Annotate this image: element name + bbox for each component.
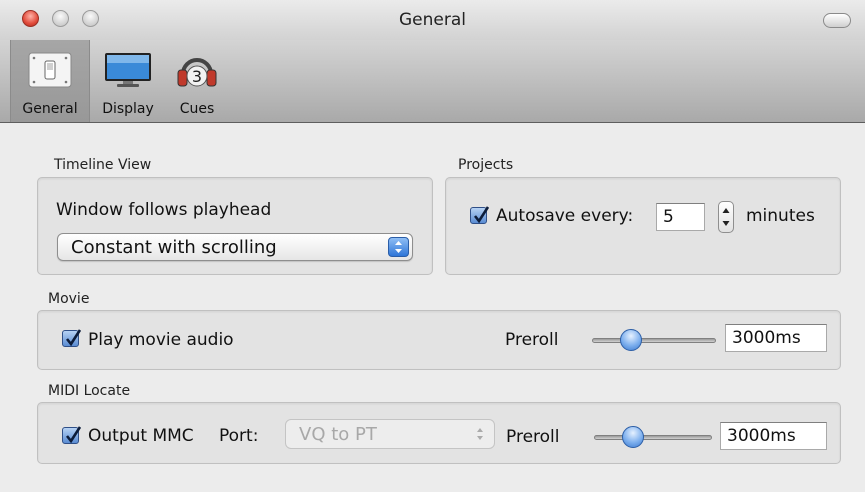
checkmark-icon — [65, 329, 82, 347]
toolbar-toggle-button[interactable] — [823, 13, 851, 28]
port-popup-value: VQ to PT — [299, 424, 377, 445]
output-mmc-checkbox[interactable] — [62, 426, 82, 444]
projects-group-label: Projects — [458, 157, 514, 173]
tab-cues-label: Cues — [179, 101, 215, 117]
tab-display[interactable]: Display — [92, 40, 164, 122]
midi-locate-group-label: MIDI Locate — [48, 383, 131, 399]
movie-preroll-field[interactable]: 3000ms — [725, 324, 827, 352]
movie-preroll-label: Preroll — [505, 330, 559, 350]
midi-preroll-label: Preroll — [506, 427, 560, 447]
midi-preroll-slider-knob[interactable] — [622, 426, 644, 448]
cues-icon-number: 3 — [192, 67, 202, 86]
stepper-arrows-icon — [722, 208, 730, 226]
play-movie-audio-label: Play movie audio — [88, 330, 234, 350]
tab-cues[interactable]: 3 Cues — [164, 40, 230, 122]
autosave-label: Autosave every: — [496, 206, 634, 226]
title-bar: General — [0, 0, 865, 40]
tab-general[interactable]: General — [10, 40, 90, 122]
timeline-view-group-label: Timeline View — [54, 157, 152, 173]
window-follows-playhead-label: Window follows playhead — [56, 200, 272, 220]
tab-display-label: Display — [102, 101, 154, 117]
play-movie-audio-checkbox[interactable] — [62, 329, 82, 347]
tab-general-label: General — [22, 101, 78, 117]
movie-preroll-slider[interactable] — [592, 338, 716, 343]
timeline-follow-mode-value: Constant with scrolling — [71, 237, 277, 258]
autosave-checkbox[interactable] — [470, 206, 490, 224]
checkmark-icon — [473, 206, 490, 224]
minutes-label: minutes — [746, 206, 815, 226]
cues-headphones-icon: 3 — [164, 50, 230, 90]
popup-arrows-icon — [388, 237, 409, 257]
port-label: Port: — [219, 426, 259, 446]
checkmark-icon — [65, 426, 82, 444]
port-popup[interactable]: VQ to PT — [285, 419, 495, 449]
general-switch-icon — [11, 50, 89, 90]
popup-arrows-icon — [475, 425, 485, 447]
movie-preroll-slider-knob[interactable] — [620, 329, 642, 351]
autosave-minutes-stepper[interactable] — [718, 201, 734, 233]
window-title: General — [399, 10, 466, 30]
output-mmc-label: Output MMC — [88, 426, 194, 446]
display-monitor-icon — [92, 50, 164, 90]
timeline-follow-mode-popup[interactable]: Constant with scrolling — [57, 233, 413, 261]
projects-group — [445, 177, 841, 275]
midi-preroll-field[interactable]: 3000ms — [720, 422, 827, 450]
midi-preroll-slider[interactable] — [594, 435, 712, 440]
autosave-minutes-field[interactable]: 5 — [656, 203, 705, 231]
movie-group-label: Movie — [48, 291, 90, 307]
